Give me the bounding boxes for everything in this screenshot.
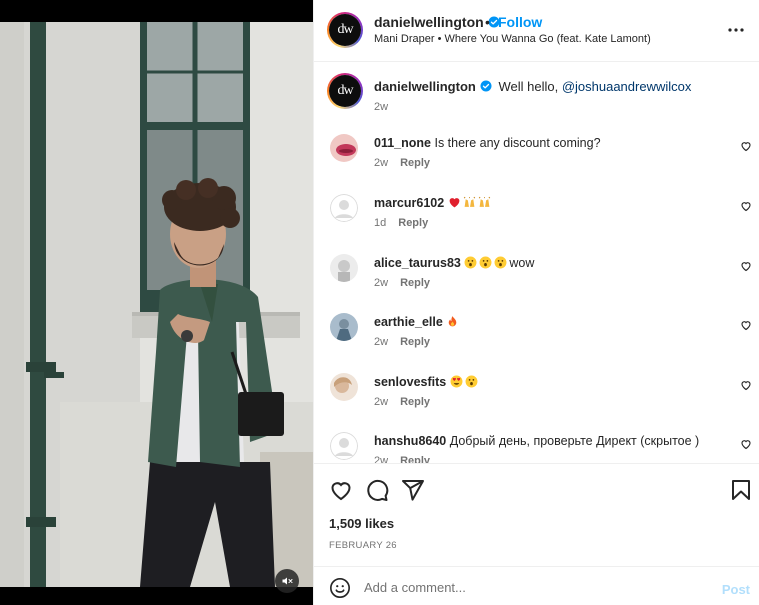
post-panel: dw danielwellington • Follow Mani Draper… — [313, 0, 759, 605]
comment-item: alice_taurus83 wow 2w Reply — [314, 254, 759, 310]
post-header: dw danielwellington • Follow Mani Draper… — [314, 0, 759, 62]
author-username[interactable]: danielwellington — [374, 14, 500, 30]
comment-icon[interactable] — [365, 478, 389, 502]
caption-timestamp[interactable]: 2w — [374, 101, 388, 113]
red-heart-emoji-icon — [449, 198, 460, 208]
bookmark-icon[interactable] — [729, 478, 753, 502]
reply-button[interactable]: Reply — [398, 217, 428, 229]
comment-body: Is there any discount coming? — [434, 136, 601, 150]
reply-button[interactable]: Reply — [400, 455, 430, 463]
comment-meta: 2w Reply — [374, 455, 442, 463]
comment-time[interactable]: 2w — [374, 455, 388, 463]
like-comment-heart-icon[interactable] — [740, 260, 752, 272]
comments-list[interactable]: dw danielwellington Well hello, @joshuaa… — [314, 63, 759, 463]
speaker-muted-icon — [282, 577, 293, 585]
like-comment-heart-icon[interactable] — [740, 200, 752, 212]
comment-text: 011_none Is there any discount coming? — [374, 135, 724, 151]
comment-username[interactable]: alice_taurus83 — [374, 256, 461, 270]
reply-button[interactable]: Reply — [400, 336, 430, 348]
raising-hands-emoji-icon — [463, 196, 475, 207]
comment-meta: 2w Reply — [374, 157, 442, 169]
comment-text: hanshu8640 Добрый день, проверьте Директ… — [374, 433, 724, 449]
header-separator: • — [485, 14, 490, 30]
astonished-face-emoji-icon — [465, 375, 478, 388]
share-icon[interactable] — [401, 478, 425, 502]
comment-text: senlovesfits — [374, 374, 724, 390]
comment-username[interactable]: hanshu8640 — [374, 434, 446, 448]
like-count[interactable]: 1,509 likes — [329, 516, 394, 531]
comment-time[interactable]: 2w — [374, 396, 388, 408]
post-media[interactable] — [0, 0, 313, 605]
more-horizontal-icon — [728, 28, 744, 32]
like-comment-heart-icon[interactable] — [740, 379, 752, 391]
comment-composer: Post — [314, 566, 759, 605]
comment-time[interactable]: 1d — [374, 217, 386, 229]
more-options-button[interactable] — [726, 20, 746, 40]
brand-logo: dw — [329, 14, 361, 46]
caption-mention-link[interactable]: @joshuaandrewwilcox — [562, 79, 692, 94]
author-avatar[interactable]: dw — [327, 12, 363, 48]
commenter-avatar[interactable] — [330, 134, 358, 162]
heart-eyes-face-emoji-icon — [450, 375, 463, 388]
like-comment-heart-icon[interactable] — [740, 140, 752, 152]
comment-username[interactable]: senlovesfits — [374, 375, 446, 389]
comment-meta: 2w Reply — [374, 396, 442, 408]
post-caption: danielwellington Well hello, @joshuaandr… — [374, 79, 691, 94]
astonished-face-emoji-icon — [494, 256, 507, 269]
comment-text: alice_taurus83 wow — [374, 255, 724, 271]
commenter-avatar[interactable] — [330, 313, 358, 341]
astonished-face-emoji-icon — [479, 256, 492, 269]
comment-text: earthie_elle — [374, 314, 724, 330]
emoji-picker-icon[interactable] — [329, 577, 351, 599]
fire-emoji-icon — [448, 316, 457, 327]
follow-button[interactable]: Follow — [498, 14, 542, 30]
author-username-text[interactable]: danielwellington — [374, 14, 484, 30]
brand-logo: dw — [329, 75, 361, 107]
caption-username[interactable]: danielwellington — [374, 79, 476, 94]
commenter-avatar[interactable] — [330, 373, 358, 401]
comment-item: marcur6102 1d Reply — [314, 194, 759, 250]
caption-body: Well hello, — [498, 79, 562, 94]
comment-body: Добрый день, проверьте Директ (скрытое ) — [449, 434, 700, 448]
like-comment-heart-icon[interactable] — [740, 319, 752, 331]
comment-meta: 2w Reply — [374, 277, 442, 289]
comment-item: senlovesfits 2w Reply — [314, 373, 759, 429]
comment-body: wow — [509, 256, 535, 270]
astonished-face-emoji-icon — [464, 256, 477, 269]
comment-text: marcur6102 — [374, 195, 724, 211]
reply-button[interactable]: Reply — [400, 277, 430, 289]
comment-time[interactable]: 2w — [374, 277, 388, 289]
post-comment-button[interactable]: Post — [722, 582, 750, 597]
comment-username[interactable]: 011_none — [374, 136, 431, 150]
like-comment-heart-icon[interactable] — [740, 438, 752, 450]
verified-badge-icon — [480, 80, 492, 92]
commenter-avatar-default[interactable] — [330, 432, 358, 460]
comment-item: hanshu8640 Добрый день, проверьте Директ… — [314, 432, 759, 463]
raising-hands-emoji-icon — [478, 196, 490, 207]
heart-outline-icon[interactable] — [329, 478, 353, 502]
reply-button[interactable]: Reply — [400, 157, 430, 169]
caption-author-avatar[interactable]: dw — [327, 73, 363, 109]
post-actions: 1,509 likes FEBRUARY 26 — [314, 463, 759, 565]
comment-username[interactable]: marcur6102 — [374, 196, 444, 210]
comment-time[interactable]: 2w — [374, 336, 388, 348]
commenter-avatar[interactable] — [330, 254, 358, 282]
photo-illustration — [0, 22, 313, 587]
post-date[interactable]: FEBRUARY 26 — [329, 540, 397, 551]
reply-button[interactable]: Reply — [400, 396, 430, 408]
commenter-avatar-default[interactable] — [330, 194, 358, 222]
post-photo[interactable] — [0, 22, 313, 587]
comment-username[interactable]: earthie_elle — [374, 315, 443, 329]
comment-time[interactable]: 2w — [374, 157, 388, 169]
comment-meta: 1d Reply — [374, 217, 440, 229]
comment-item: 011_none Is there any discount coming? 2… — [314, 134, 759, 190]
audio-track[interactable]: Mani Draper • Where You Wanna Go (feat. … — [374, 33, 651, 45]
comment-input[interactable] — [364, 576, 684, 598]
mute-button[interactable] — [275, 569, 299, 593]
comment-item: earthie_elle 2w Reply — [314, 313, 759, 369]
comment-meta: 2w Reply — [374, 336, 442, 348]
